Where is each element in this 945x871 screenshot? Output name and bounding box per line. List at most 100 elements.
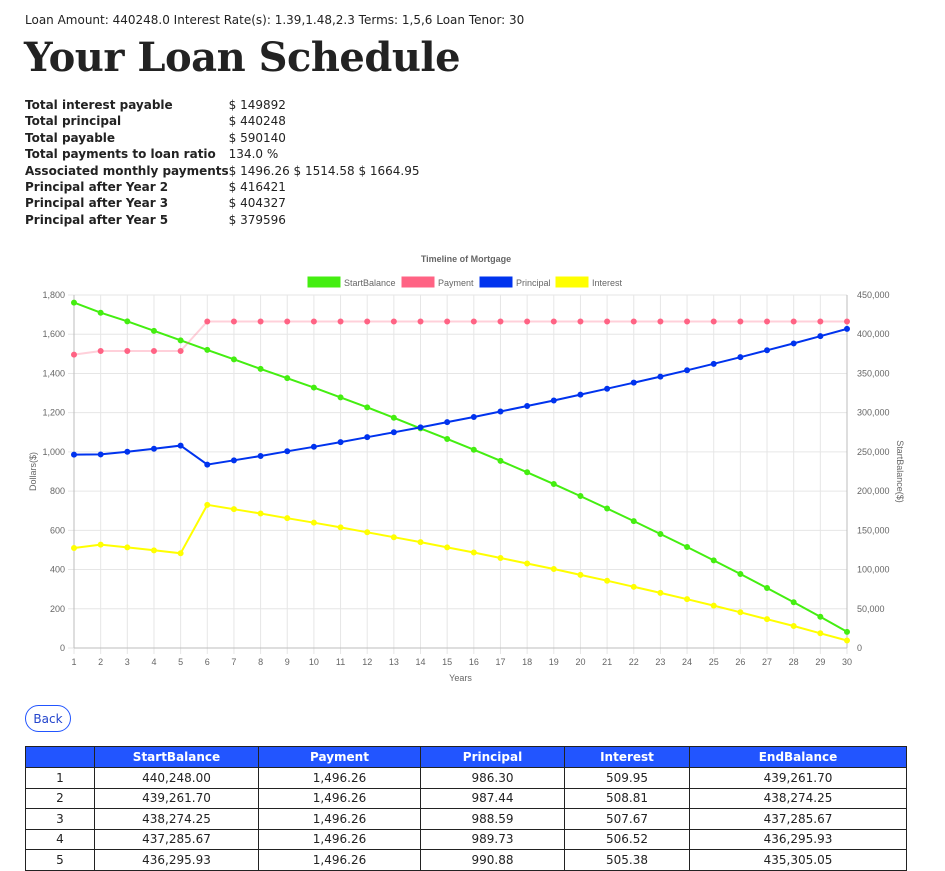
x-tick-label: 13 <box>389 657 399 667</box>
loan-parameters: Loan Amount: 440248.0 Interest Rate(s): … <box>25 13 525 27</box>
data-point-interest <box>337 524 344 531</box>
table-cell: 439,261.70 <box>689 767 907 789</box>
data-point-payment <box>604 318 611 325</box>
data-point-payment <box>204 318 211 325</box>
summary-label: Associated monthly payments <box>25 163 229 178</box>
table-cell: 438,274.25 <box>689 787 907 809</box>
legend-swatch <box>401 276 435 288</box>
data-point-principal <box>577 391 584 398</box>
data-point-payment <box>737 318 744 325</box>
legend-swatch <box>479 276 513 288</box>
data-point-startbalance <box>230 356 237 363</box>
table-cell: 2 <box>25 787 95 809</box>
table-cell: 439,261.70 <box>94 787 259 809</box>
data-point-payment <box>844 318 850 325</box>
data-point-principal <box>364 434 371 441</box>
table-cell: 1,496.26 <box>258 808 421 830</box>
data-point-payment <box>524 318 531 325</box>
data-point-interest <box>764 616 771 623</box>
column-header: StartBalance <box>94 746 259 768</box>
data-point-principal <box>230 457 237 464</box>
x-tick-label: 7 <box>231 657 236 667</box>
data-point-startbalance <box>577 493 584 500</box>
summary-row: Principal after Year 3 $ 404327 <box>25 195 420 211</box>
schedule-header-row: StartBalance Payment Principal Interest EndB… <box>25 746 907 768</box>
table-cell: 505.38 <box>564 849 690 871</box>
y-right-tick-label: 0 <box>857 643 862 653</box>
data-point-principal <box>150 445 157 452</box>
summary-label: Total principal <box>25 114 122 129</box>
chart-title: Timeline of Mortgage <box>421 254 511 264</box>
data-point-principal <box>790 340 797 347</box>
column-header: Interest <box>564 746 690 768</box>
y-tick-label: 200 <box>50 604 65 614</box>
data-point-interest <box>657 589 664 596</box>
table-row: 5 436,295.93 1,496.26 990.88 505.38 435,305.0… <box>25 849 907 871</box>
table-cell: 435,305.05 <box>689 849 907 871</box>
data-point-startbalance <box>390 414 397 421</box>
legend-label: Payment <box>438 278 474 288</box>
data-point-startbalance <box>604 505 611 512</box>
data-point-interest <box>124 544 131 551</box>
summary-label: Principal after Year 5 <box>25 212 169 227</box>
data-point-payment <box>364 318 371 325</box>
data-point-principal <box>337 439 344 446</box>
data-point-payment <box>577 318 584 325</box>
table-cell: 438,274.25 <box>94 808 259 830</box>
table-row: 2 439,261.70 1,496.26 987.44 508.81 438,274.2… <box>25 787 907 809</box>
data-point-startbalance <box>337 394 344 401</box>
summary-value: $ 1496.26 $ 1514.58 $ 1664.95 <box>228 163 420 178</box>
data-point-payment <box>310 318 317 325</box>
table-cell: 440,248.00 <box>94 767 259 789</box>
data-point-interest <box>817 630 824 637</box>
data-point-payment <box>417 318 424 325</box>
data-point-principal <box>710 360 717 367</box>
data-point-interest <box>737 609 744 616</box>
y-tick-label: 1,800 <box>42 290 65 300</box>
x-tick-label: 25 <box>709 657 719 667</box>
data-point-payment <box>550 318 557 325</box>
data-point-principal <box>257 453 264 460</box>
data-point-payment <box>390 318 397 325</box>
x-tick-label: 2 <box>98 657 103 667</box>
x-tick-label: 21 <box>602 657 612 667</box>
x-tick-label: 10 <box>309 657 319 667</box>
x-tick-label: 5 <box>178 657 183 667</box>
data-point-startbalance <box>177 337 184 344</box>
data-point-interest <box>284 515 291 522</box>
data-point-payment <box>684 318 691 325</box>
data-point-startbalance <box>497 457 504 464</box>
table-cell: 989.73 <box>420 828 565 850</box>
back-button[interactable]: Back <box>25 705 71 732</box>
summary-value: $ 404327 <box>228 196 286 211</box>
data-point-startbalance <box>71 299 77 306</box>
data-point-startbalance <box>444 435 451 442</box>
data-point-principal <box>497 408 504 415</box>
legend-label: Principal <box>516 278 551 288</box>
data-point-payment <box>630 318 637 325</box>
summary-value: $ 379596 <box>228 212 286 227</box>
table-cell: 509.95 <box>564 767 690 789</box>
table-cell: 988.59 <box>420 808 565 830</box>
x-tick-label: 30 <box>842 657 852 667</box>
table-cell: 1,496.26 <box>258 828 421 850</box>
legend-swatch <box>555 276 589 288</box>
table-cell: 5 <box>25 849 95 871</box>
table-cell: 508.81 <box>564 787 690 809</box>
data-point-startbalance <box>284 375 291 382</box>
table-row: 1 440,248.00 1,496.26 986.30 509.95 439,261.7… <box>25 767 907 789</box>
data-point-interest <box>684 596 691 603</box>
data-point-startbalance <box>124 318 131 325</box>
table-cell: 1 <box>25 767 95 789</box>
data-point-interest <box>310 519 317 526</box>
data-point-principal <box>204 461 211 468</box>
data-point-interest <box>177 550 184 557</box>
data-point-interest <box>604 577 611 584</box>
data-point-startbalance <box>710 557 717 564</box>
data-point-principal <box>444 419 451 426</box>
data-point-payment <box>497 318 504 325</box>
data-point-principal <box>684 367 691 374</box>
data-point-interest <box>470 549 477 556</box>
data-point-payment <box>444 318 451 325</box>
y-tick-label: 1,000 <box>42 447 65 457</box>
